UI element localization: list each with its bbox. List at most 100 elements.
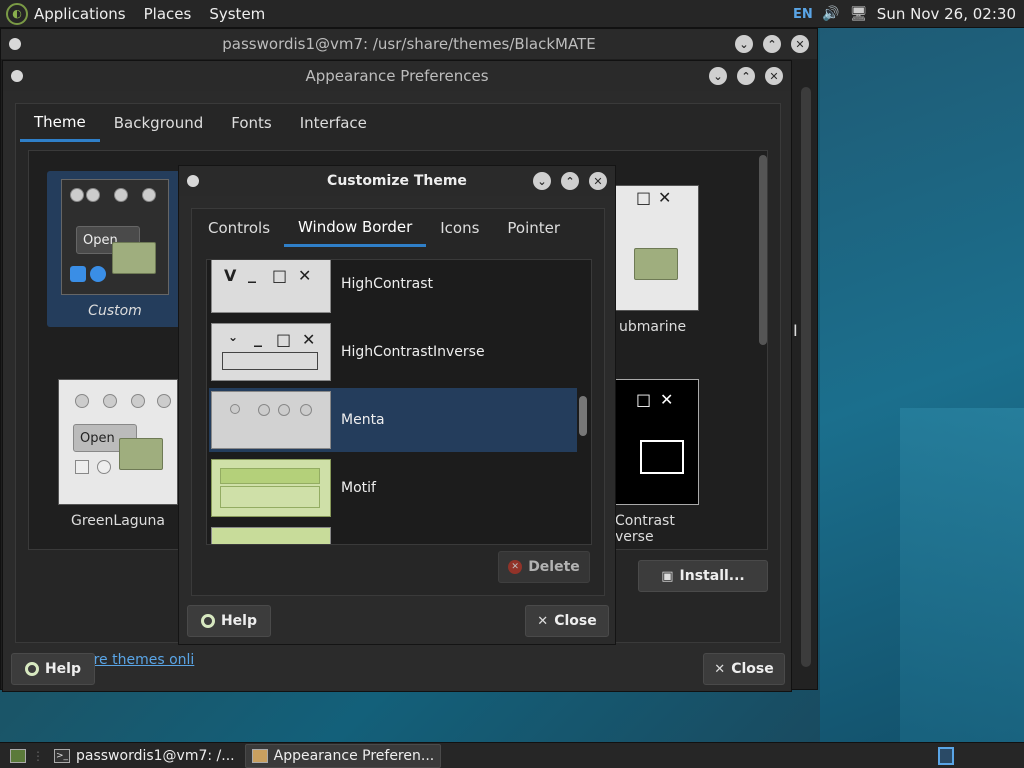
close-icon: ✕ xyxy=(714,661,726,677)
taskbar-label: passwordis1@vm7: /... xyxy=(76,747,235,764)
radio-icon xyxy=(90,266,106,282)
taskbar-label: Appearance Preferen... xyxy=(273,747,435,764)
list-item[interactable]: Menta xyxy=(209,388,577,452)
terminal-scrollbar[interactable] xyxy=(801,87,811,667)
preview-circle-icon xyxy=(86,188,100,202)
close-label: Close xyxy=(554,613,597,629)
preview-circle-icon xyxy=(157,394,171,408)
appearance-tabs: Theme Background Fonts Interface xyxy=(20,104,381,142)
volume-icon[interactable]: 🔊 xyxy=(821,5,841,23)
tab-controls[interactable]: Controls xyxy=(194,209,284,247)
taskbar-item-appearance[interactable]: Appearance Preferen... xyxy=(244,743,442,768)
minimize-icon: _ xyxy=(254,328,262,347)
customize-help-button[interactable]: Help xyxy=(187,605,271,637)
taskbar-item-terminal[interactable]: >_ passwordis1@vm7: /... xyxy=(48,744,241,768)
chevron-down-icon xyxy=(258,404,270,416)
folder-icon xyxy=(634,248,678,280)
install-label: Install... xyxy=(679,568,745,584)
close-icon[interactable]: ✕ xyxy=(791,35,809,53)
install-button[interactable]: ▣ Install... xyxy=(638,560,768,592)
border-name: Motif xyxy=(341,480,376,496)
chevron-down-icon: V xyxy=(224,266,237,285)
window-border-scrollbar[interactable] xyxy=(579,396,587,436)
tab-theme[interactable]: Theme xyxy=(20,104,100,142)
show-desktop-button[interactable] xyxy=(4,744,32,768)
border-preview: ⌄ _ □ ✕ xyxy=(211,323,331,381)
window-menu-icon[interactable] xyxy=(187,175,199,187)
customize-titlebar[interactable]: Customize Theme ⌄ ⌃ ✕ xyxy=(179,166,615,196)
preview-circle-icon xyxy=(230,404,240,414)
desktop-icon xyxy=(10,748,26,763)
preview-circle-icon xyxy=(70,188,84,202)
tab-icons[interactable]: Icons xyxy=(426,209,493,247)
maximize-icon[interactable]: ⌃ xyxy=(561,172,579,190)
menu-places[interactable]: Places xyxy=(144,5,192,23)
list-item[interactable]: V _ □ ✕ HighContrast xyxy=(209,260,577,316)
panel-separator: ⋮ xyxy=(32,748,44,763)
mate-logo-icon[interactable]: ◐ xyxy=(6,2,28,25)
window-menu-icon[interactable] xyxy=(11,70,23,82)
workspace-switcher[interactable] xyxy=(938,747,954,765)
appearance-title: Appearance Preferences xyxy=(305,67,489,85)
window-menu-icon[interactable] xyxy=(9,38,21,50)
folder-icon xyxy=(112,242,156,274)
minimize-icon[interactable]: ⌄ xyxy=(735,35,753,53)
preview-circle-icon xyxy=(142,188,156,202)
chevron-down-icon: ⌄ xyxy=(228,330,239,344)
theme-preview: Open xyxy=(58,379,178,505)
chevron-up-icon xyxy=(278,404,290,416)
list-item[interactable] xyxy=(209,524,577,544)
theme-item-highcontrastinverse[interactable]: □ ✕ Contrast verse xyxy=(609,379,719,545)
border-preview xyxy=(211,527,331,544)
preview-circle-icon xyxy=(131,394,145,408)
theme-name: Contrast verse xyxy=(615,513,675,545)
border-preview: V _ □ ✕ xyxy=(211,260,331,313)
appearance-icon xyxy=(251,748,268,763)
customize-tabs: Controls Window Border Icons Pointer xyxy=(194,209,574,247)
tab-fonts[interactable]: Fonts xyxy=(217,104,285,142)
help-label: Help xyxy=(220,613,258,629)
folder-icon xyxy=(640,440,684,474)
menu-system[interactable]: System xyxy=(209,5,265,23)
theme-grid-scrollbar[interactable] xyxy=(759,155,767,345)
close-icon[interactable]: ✕ xyxy=(589,172,607,190)
keyboard-layout-indicator[interactable]: EN xyxy=(793,7,813,22)
close-icon: ✕ xyxy=(658,188,672,207)
theme-item-submarine[interactable]: □ ✕ ubmarine xyxy=(609,185,719,335)
appearance-titlebar[interactable]: Appearance Preferences ⌄ ⌃ ✕ xyxy=(3,61,791,91)
maximize-icon[interactable]: ⌃ xyxy=(763,35,781,53)
border-preview xyxy=(211,459,331,517)
tab-background[interactable]: Background xyxy=(100,104,218,142)
theme-item-custom[interactable]: Open Custom xyxy=(47,171,183,327)
network-icon[interactable]: 🖥 xyxy=(849,5,869,23)
theme-name: Custom xyxy=(88,303,142,319)
tab-window-border[interactable]: Window Border xyxy=(284,209,427,247)
minimize-icon[interactable]: ⌄ xyxy=(533,172,551,190)
minimize-icon[interactable]: ⌄ xyxy=(709,67,727,85)
appearance-close-button[interactable]: ✕ Close xyxy=(703,653,785,685)
wallpaper-shape xyxy=(900,408,1024,742)
delete-button[interactable]: ✕ Delete xyxy=(498,551,590,583)
menu-applications[interactable]: Applications xyxy=(34,5,126,23)
tab-pointer[interactable]: Pointer xyxy=(493,209,574,247)
list-item[interactable]: ⌄ _ □ ✕ HighContrastInverse xyxy=(209,320,577,384)
terminal-icon: >_ xyxy=(54,748,70,763)
close-icon[interactable]: ✕ xyxy=(765,67,783,85)
folder-icon xyxy=(119,438,163,470)
terminal-titlebar[interactable]: passwordis1@vm7: /usr/share/themes/Black… xyxy=(1,29,817,59)
terminal-title: passwordis1@vm7: /usr/share/themes/Black… xyxy=(222,35,596,53)
preview-frame xyxy=(222,352,318,370)
appearance-help-button[interactable]: Help xyxy=(11,653,95,685)
maximize-icon[interactable]: ⌃ xyxy=(737,67,755,85)
list-item[interactable]: Motif xyxy=(209,456,577,520)
border-preview xyxy=(211,391,331,449)
close-label: Close xyxy=(731,661,774,677)
clock[interactable]: Sun Nov 26, 02:30 xyxy=(877,5,1016,23)
close-icon: ✕ xyxy=(298,266,312,285)
customize-close-button[interactable]: ✕ Close xyxy=(525,605,609,637)
radio-icon xyxy=(97,460,111,474)
theme-item-greenlaguna[interactable]: Open GreenLaguna xyxy=(57,379,179,529)
maximize-icon: □ xyxy=(276,330,292,349)
border-name: Menta xyxy=(341,412,385,428)
tab-interface[interactable]: Interface xyxy=(286,104,381,142)
